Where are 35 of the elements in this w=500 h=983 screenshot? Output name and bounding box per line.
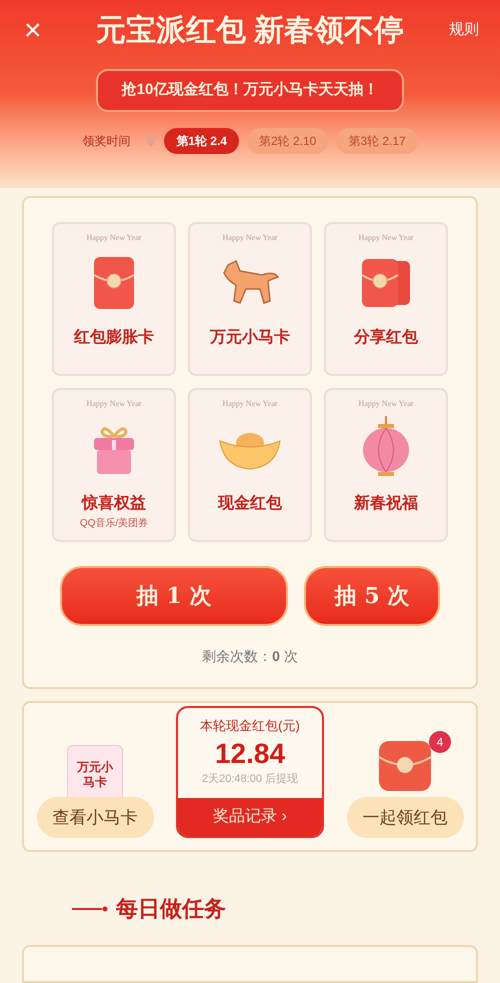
envelope-icon xyxy=(92,255,136,312)
rules-link[interactable]: 规则 xyxy=(444,19,484,42)
round-tab[interactable]: 第1轮 2.4 xyxy=(164,128,239,154)
prize-subtitle: QQ音乐/美团券 xyxy=(80,516,148,532)
count-badge: 4 xyxy=(429,730,451,753)
prize-title: 分享红包 xyxy=(354,327,418,348)
arrow-line-icon xyxy=(72,906,108,912)
close-button[interactable]: × xyxy=(16,16,56,46)
schedule-label: 领奖时间 xyxy=(82,132,130,150)
draw-button[interactable]: 抽 5 次 xyxy=(304,566,440,626)
card-tag: Happy New Year xyxy=(358,232,414,244)
prize-title: 红包膨胀卡 xyxy=(74,328,154,348)
view-horse-card-button[interactable]: 查看小马卡 xyxy=(36,796,154,838)
remaining-count: 剩余次数：0 次 xyxy=(202,647,298,666)
prize-title: 现金红包 xyxy=(218,494,282,514)
card-tag: Happy New Year xyxy=(222,398,278,410)
prize-title: 万元小马卡 xyxy=(210,328,290,348)
prize-title: 惊喜权益 xyxy=(82,493,146,514)
cash-amount: 12.84 xyxy=(214,736,286,771)
prize-record-link[interactable]: 奖品记录 › xyxy=(178,798,322,836)
card-tag: Happy New Year xyxy=(86,232,142,244)
page-title: 元宝派红包 新春领不停 xyxy=(96,12,404,49)
card-tag: Happy New Year xyxy=(86,398,142,410)
promo-banner: 抢10亿现金红包！万元小马卡天天抽！ xyxy=(96,69,404,112)
card-tag: Happy New Year xyxy=(222,232,278,244)
prize-title: 新春祝福 xyxy=(354,493,418,514)
draw-button[interactable]: 抽 1 次 xyxy=(60,566,288,626)
cash-title: 本轮现金红包(元) xyxy=(200,717,300,736)
withdraw-countdown: 2天20:48:00 后提现 xyxy=(202,772,298,787)
section-title: 每日做任务 xyxy=(116,895,226,924)
card-tag: Happy New Year xyxy=(358,398,414,410)
round-tab[interactable]: 第2轮 2.10 xyxy=(246,128,328,154)
location-pin-icon xyxy=(146,134,156,147)
claim-together-button[interactable]: 一起领红包 xyxy=(346,796,464,838)
round-tab[interactable]: 第3轮 2.17 xyxy=(336,128,418,154)
